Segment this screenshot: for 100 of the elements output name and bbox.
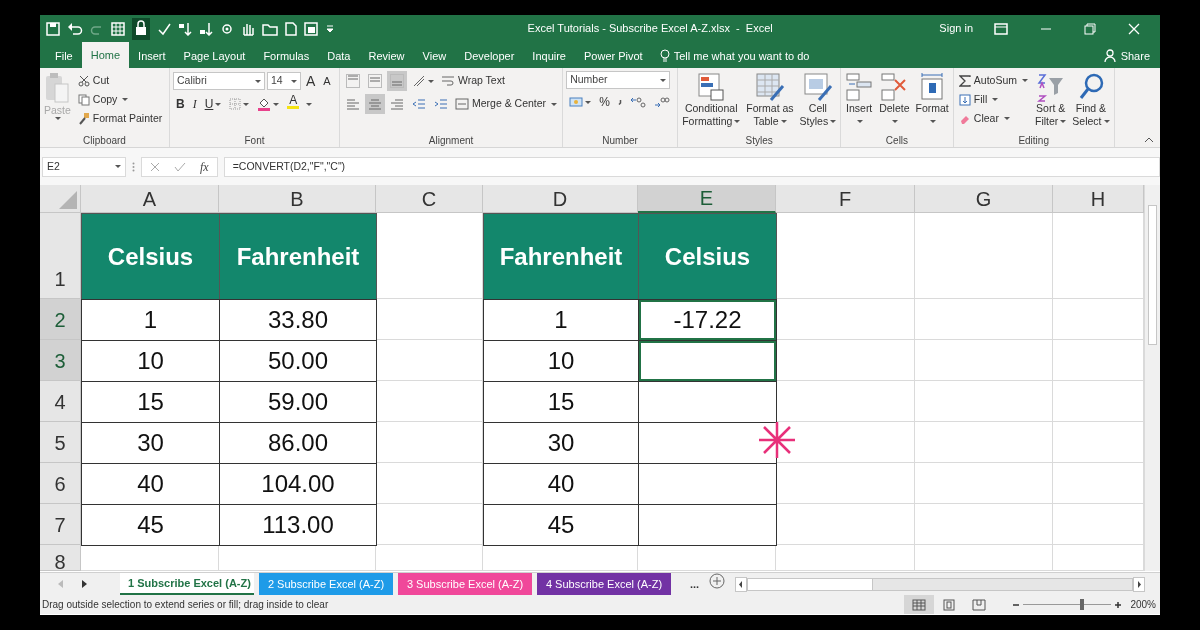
bold-button[interactable]: B — [173, 94, 188, 114]
delete-button[interactable]: Delete — [878, 71, 911, 134]
ribbon-tab[interactable]: Power Pivot — [575, 44, 652, 68]
column-header[interactable]: D — [483, 185, 638, 213]
add-sheet-icon[interactable] — [709, 573, 726, 589]
sign-in-link[interactable]: Sign in — [925, 20, 987, 37]
sheet-tab[interactable]: 1 Subscribe Excel (A-Z) — [120, 573, 254, 595]
underline-button[interactable]: U — [201, 94, 225, 114]
slider-thumb[interactable] — [1079, 599, 1084, 610]
format-painter-button[interactable]: Format Painter — [75, 109, 166, 128]
lock-icon[interactable] — [132, 17, 150, 40]
align-button[interactable] — [365, 71, 385, 91]
find-select-button[interactable]: Find & Select — [1071, 71, 1111, 134]
table-cell[interactable]: 33.80 — [219, 299, 377, 341]
table-cell[interactable]: -17.22 — [638, 299, 777, 341]
cancel-icon[interactable] — [150, 161, 160, 172]
horizontal-scrollbar[interactable] — [747, 577, 1133, 591]
ribbon-display-icon[interactable] — [994, 22, 1008, 35]
number-format-field[interactable]: Number — [566, 71, 671, 89]
clear-button[interactable]: Clear — [956, 109, 1030, 128]
font-size-field[interactable]: 14 — [267, 72, 301, 90]
wrap-text-button[interactable]: Wrap Text — [439, 71, 507, 91]
insert-function-button[interactable]: fx — [200, 157, 209, 176]
row-header[interactable]: 1 — [40, 213, 81, 299]
restore-icon[interactable] — [1084, 22, 1096, 35]
ribbon-tab[interactable]: Inquire — [523, 44, 575, 68]
ribbon-tab[interactable]: Insert — [129, 44, 175, 68]
table-cell[interactable]: 1 — [483, 299, 639, 341]
ribbon-tab[interactable]: Home — [81, 42, 130, 68]
formula-field[interactable]: =CONVERT(D2,"F","C") — [223, 156, 1160, 177]
scroll-right-icon[interactable] — [1133, 576, 1145, 592]
column-header[interactable]: B — [219, 185, 376, 213]
header-cell[interactable]: Fahrenheit — [219, 213, 377, 300]
table-cell[interactable] — [638, 504, 777, 546]
header-cell[interactable]: Fahrenheit — [483, 213, 639, 300]
close-icon[interactable] — [1128, 22, 1140, 35]
header-cell[interactable]: Celsius — [81, 213, 220, 300]
merge-center-button[interactable]: Merge & Center — [453, 94, 560, 114]
view-button[interactable] — [904, 595, 935, 614]
window-icon[interactable] — [304, 21, 318, 36]
cut-button[interactable]: Cut — [75, 71, 166, 90]
font-color-button[interactable]: A — [284, 94, 303, 114]
ribbon-tab[interactable]: Review — [359, 44, 414, 68]
ribbon-tab[interactable]: Formulas — [254, 44, 319, 68]
collapse-ribbon-icon[interactable] — [1144, 136, 1154, 143]
vertical-scrollbar[interactable] — [1144, 185, 1160, 571]
tell-me-search[interactable]: Tell me what you want to do — [659, 44, 810, 68]
fill-button[interactable]: Fill — [956, 90, 1030, 109]
row-header[interactable]: 4 — [40, 381, 81, 422]
font-name-field[interactable]: Calibri — [173, 72, 265, 90]
row-header[interactable]: 8 — [40, 545, 81, 571]
autosum-button[interactable]: AutoSum — [956, 71, 1030, 90]
table-cell[interactable]: 45 — [81, 504, 220, 546]
table-cell[interactable] — [638, 340, 777, 382]
column-header[interactable]: C — [376, 185, 483, 213]
zoom-in-icon[interactable] — [1114, 600, 1123, 609]
align-button[interactable] — [343, 71, 363, 91]
scroll-right-icon[interactable] — [82, 580, 88, 588]
check-icon[interactable] — [174, 161, 186, 172]
ribbon-tab[interactable]: Data — [318, 44, 360, 68]
row-header[interactable]: 7 — [40, 504, 81, 545]
column-header[interactable]: A — [81, 185, 219, 213]
copy-button[interactable]: Copy — [75, 90, 166, 109]
format-as-table-button[interactable]: Format as Table — [745, 71, 795, 134]
percent-button[interactable]: % — [596, 92, 613, 112]
sort-filter-button[interactable]: Sort & Filter — [1034, 71, 1068, 134]
row-header[interactable]: 6 — [40, 463, 81, 504]
row-header[interactable]: 3 — [40, 340, 81, 381]
select-all-button[interactable] — [40, 185, 81, 213]
shrink-font-button[interactable]: A — [320, 71, 334, 91]
more-sheets-button[interactable]: ... — [676, 573, 710, 595]
align-button[interactable] — [387, 71, 407, 91]
share-button[interactable]: Share — [1093, 44, 1160, 68]
column-header[interactable]: G — [915, 185, 1053, 213]
column-header[interactable]: H — [1053, 185, 1144, 213]
italic-button[interactable]: I — [189, 94, 200, 114]
ribbon-tab[interactable]: Developer — [455, 44, 524, 68]
sort-descending-icon[interactable] — [199, 21, 213, 36]
scroll-left-icon[interactable] — [735, 576, 748, 592]
ribbon-tab[interactable]: View — [413, 44, 456, 68]
sort-ascending-icon[interactable] — [178, 21, 192, 36]
row-header[interactable]: 2 — [40, 299, 81, 340]
name-box[interactable]: E2 — [42, 156, 126, 177]
page-icon[interactable] — [285, 21, 297, 36]
spellcheck-icon[interactable] — [157, 21, 171, 36]
table-cell[interactable]: 45 — [483, 504, 639, 546]
header-cell[interactable]: Celsius — [638, 213, 777, 300]
conditional-formatting-button[interactable]: Conditional Formatting — [681, 71, 742, 134]
folder-icon[interactable] — [262, 21, 278, 36]
table-cell[interactable]: 1 — [81, 299, 220, 341]
zoom-level[interactable]: 200% — [1122, 597, 1160, 612]
column-header[interactable]: F — [776, 185, 915, 213]
cell-styles-button[interactable]: Cell Styles — [798, 71, 838, 134]
table-cell[interactable]: 113.00 — [219, 504, 377, 546]
sheet-tab[interactable]: 4 Subscribe Excel (A-Z) — [537, 573, 671, 595]
table-icon[interactable] — [111, 21, 125, 36]
insert-button[interactable]: Insert — [844, 71, 875, 134]
undo-icon[interactable] — [67, 21, 83, 36]
ribbon-tab[interactable]: File — [46, 44, 82, 68]
row-header[interactable]: 5 — [40, 422, 81, 463]
